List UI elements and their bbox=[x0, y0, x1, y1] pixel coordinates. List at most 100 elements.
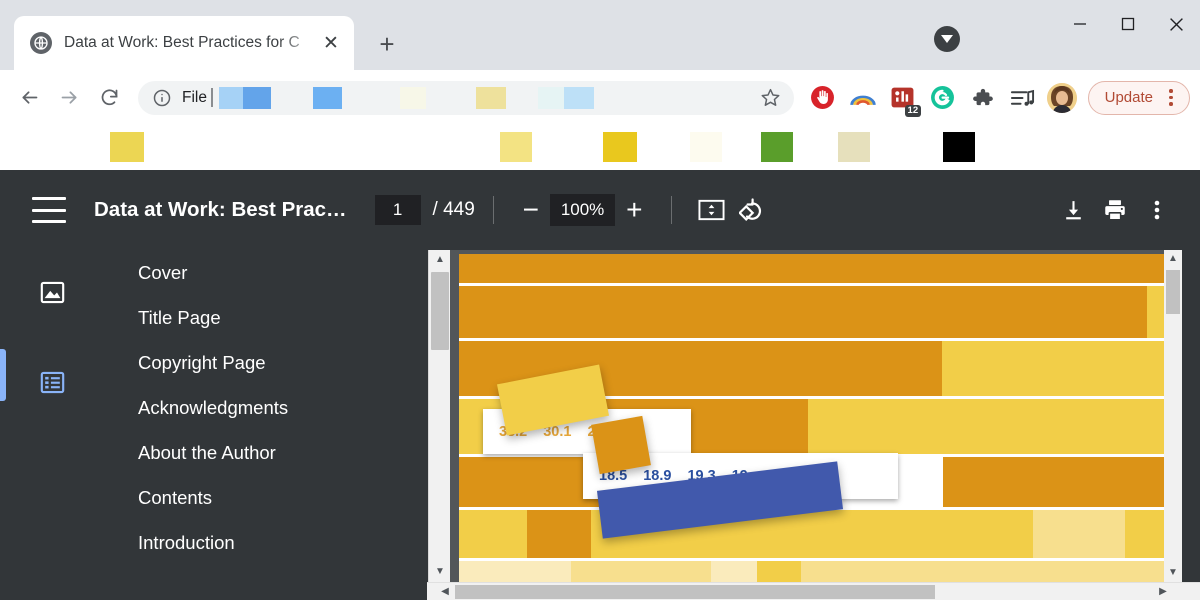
forward-button[interactable] bbox=[50, 79, 88, 117]
puzzle-extensions-icon[interactable] bbox=[967, 82, 999, 114]
outline-item-contents[interactable]: Contents bbox=[138, 475, 409, 520]
bookmark-item-6[interactable] bbox=[943, 132, 975, 162]
document-horizontal-scrollbar[interactable]: ◀ ▶ bbox=[427, 582, 1200, 600]
cover-bar-segment-6-2 bbox=[711, 561, 757, 582]
outline-item-cover[interactable]: Cover bbox=[138, 250, 409, 295]
search-input[interactable] bbox=[219, 87, 754, 109]
scroll-left-arrow-icon[interactable]: ◀ bbox=[436, 583, 454, 600]
bookmark-item-4[interactable] bbox=[761, 132, 793, 162]
pdf-sidebar: Cover Title Page Copyright Page Acknowledgm… bbox=[0, 250, 427, 600]
bookmark-item-5[interactable] bbox=[838, 132, 870, 162]
zoom-level-value[interactable]: 100% bbox=[550, 194, 615, 226]
cover-bar-segment-3-2 bbox=[808, 399, 1175, 454]
bookmark-item-3[interactable] bbox=[690, 132, 722, 162]
arrow-glyph: ▼ bbox=[435, 567, 445, 577]
rainbow-icon[interactable] bbox=[847, 82, 879, 114]
outline-item-introduction[interactable]: Introduction bbox=[138, 520, 409, 565]
kebab-menu-icon[interactable] bbox=[1157, 84, 1185, 112]
scroll-right-arrow-icon[interactable]: ▶ bbox=[1154, 583, 1172, 600]
toolbar-divider-2 bbox=[671, 196, 672, 224]
calendar-badge-count: 12 bbox=[905, 105, 921, 117]
outline-item-label: Title Page bbox=[138, 307, 221, 329]
outline-item-acknowledgments[interactable]: Acknowledgments bbox=[138, 385, 409, 430]
sidebar-vertical-scrollbar[interactable]: ▲ ▼ bbox=[428, 250, 450, 582]
calendar-icon[interactable]: 12 bbox=[887, 82, 919, 114]
back-button[interactable] bbox=[10, 79, 48, 117]
star-icon[interactable] bbox=[754, 81, 788, 115]
browser-tab[interactable]: Data at Work: Best Practices for C ✕ bbox=[14, 16, 354, 70]
cover-bar-segment-5-3 bbox=[1033, 510, 1125, 558]
scrollbar-thumb[interactable] bbox=[1166, 270, 1180, 314]
scroll-down-arrow-icon[interactable]: ▼ bbox=[1164, 564, 1182, 582]
zoom-out-button[interactable]: − bbox=[512, 191, 550, 229]
kebab-menu-icon[interactable] bbox=[1136, 189, 1178, 231]
outline-item-title-page[interactable]: Title Page bbox=[138, 295, 409, 340]
chevron-down-icon[interactable] bbox=[934, 26, 960, 52]
bookmark-item-1[interactable] bbox=[500, 132, 532, 162]
arrow-glyph: ◀ bbox=[441, 587, 449, 597]
hamburger-menu-icon[interactable] bbox=[32, 197, 66, 223]
arrow-glyph: ▼ bbox=[1168, 568, 1178, 578]
info-circle-icon[interactable] bbox=[152, 88, 172, 108]
grammarly-icon[interactable] bbox=[927, 82, 959, 114]
page-total-label: / 449 bbox=[433, 199, 475, 221]
cover-bar-segment-5-0 bbox=[459, 510, 527, 558]
scrollbar-thumb[interactable] bbox=[455, 585, 935, 599]
cover-tilted-block-1 bbox=[591, 416, 651, 474]
reload-button[interactable] bbox=[90, 79, 128, 117]
scroll-down-arrow-icon[interactable]: ▼ bbox=[429, 562, 451, 582]
cover-bar-row-6 bbox=[459, 561, 1175, 582]
pdf-document-area[interactable]: 33.230.126.818.518.919.31919.6 ▲ ▼ bbox=[450, 250, 1182, 582]
address-bar[interactable]: File bbox=[138, 81, 794, 115]
scroll-up-arrow-icon[interactable]: ▲ bbox=[429, 250, 451, 270]
cover-bar-segment-5-1 bbox=[527, 510, 591, 558]
outline-item-label: Copyright Page bbox=[138, 352, 266, 374]
url-redaction-block-10 bbox=[538, 87, 564, 109]
toolbar-divider bbox=[493, 196, 494, 224]
document-outline-icon[interactable] bbox=[36, 366, 68, 398]
scrollbar-thumb[interactable] bbox=[431, 272, 449, 350]
outline-item-label: Contents bbox=[138, 487, 212, 509]
tab-strip: Data at Work: Best Practices for C ✕ + bbox=[0, 0, 1200, 70]
outline-item-copyright-page[interactable]: Copyright Page bbox=[138, 340, 409, 385]
caret-shape bbox=[941, 35, 953, 43]
cover-bar-segment-0-0 bbox=[459, 254, 1175, 283]
cover-bar-row-5 bbox=[459, 510, 1175, 558]
url-redaction-block-4 bbox=[313, 87, 342, 109]
cover-bar-segment-6-3 bbox=[757, 561, 801, 582]
outline-item-about-the-author[interactable]: About the Author bbox=[138, 430, 409, 475]
new-tab-button[interactable]: + bbox=[370, 27, 404, 61]
rotate-counterclockwise-icon[interactable] bbox=[732, 189, 774, 231]
maximize-button[interactable] bbox=[1104, 0, 1152, 48]
thumbnail-view-icon[interactable] bbox=[36, 276, 68, 308]
pdf-outline-list: Cover Title Page Copyright Page Acknowledgm… bbox=[138, 250, 409, 565]
avatar[interactable] bbox=[1047, 83, 1077, 113]
close-icon[interactable]: ✕ bbox=[318, 30, 344, 56]
pdf-viewer: Data at Work: Best Prac… 1 / 449 − 100% … bbox=[0, 170, 1200, 600]
outline-item-label: Introduction bbox=[138, 532, 235, 554]
cover-bar-segment-6-1 bbox=[571, 561, 711, 582]
outline-item-label: Acknowledgments bbox=[138, 397, 288, 419]
page-number-input[interactable]: 1 bbox=[375, 195, 421, 225]
music-playlist-icon[interactable] bbox=[1007, 82, 1039, 114]
scroll-up-arrow-icon[interactable]: ▲ bbox=[1164, 250, 1182, 268]
document-vertical-scrollbar[interactable]: ▲ ▼ bbox=[1164, 250, 1182, 582]
download-icon[interactable] bbox=[1052, 189, 1094, 231]
update-button[interactable]: Update bbox=[1088, 81, 1190, 115]
minimize-button[interactable] bbox=[1056, 0, 1104, 48]
cover-bar-segment-1-0 bbox=[459, 286, 1147, 338]
print-icon[interactable] bbox=[1094, 189, 1136, 231]
adblock-icon[interactable] bbox=[807, 82, 839, 114]
cover-bar-segment-4-2 bbox=[943, 457, 1175, 507]
arrow-glyph: ▲ bbox=[435, 255, 445, 265]
url-redaction-block-1 bbox=[243, 87, 271, 109]
globe-icon bbox=[30, 32, 52, 54]
close-window-button[interactable] bbox=[1152, 0, 1200, 48]
bookmark-item-2[interactable] bbox=[603, 132, 637, 162]
bookmark-item-0[interactable] bbox=[110, 132, 144, 162]
outline-item-label: About the Author bbox=[138, 442, 276, 464]
cover-bar-segment-6-0 bbox=[459, 561, 571, 582]
outline-item-label: Cover bbox=[138, 262, 187, 284]
zoom-in-button[interactable]: + bbox=[615, 191, 653, 229]
fit-to-page-icon[interactable] bbox=[690, 189, 732, 231]
